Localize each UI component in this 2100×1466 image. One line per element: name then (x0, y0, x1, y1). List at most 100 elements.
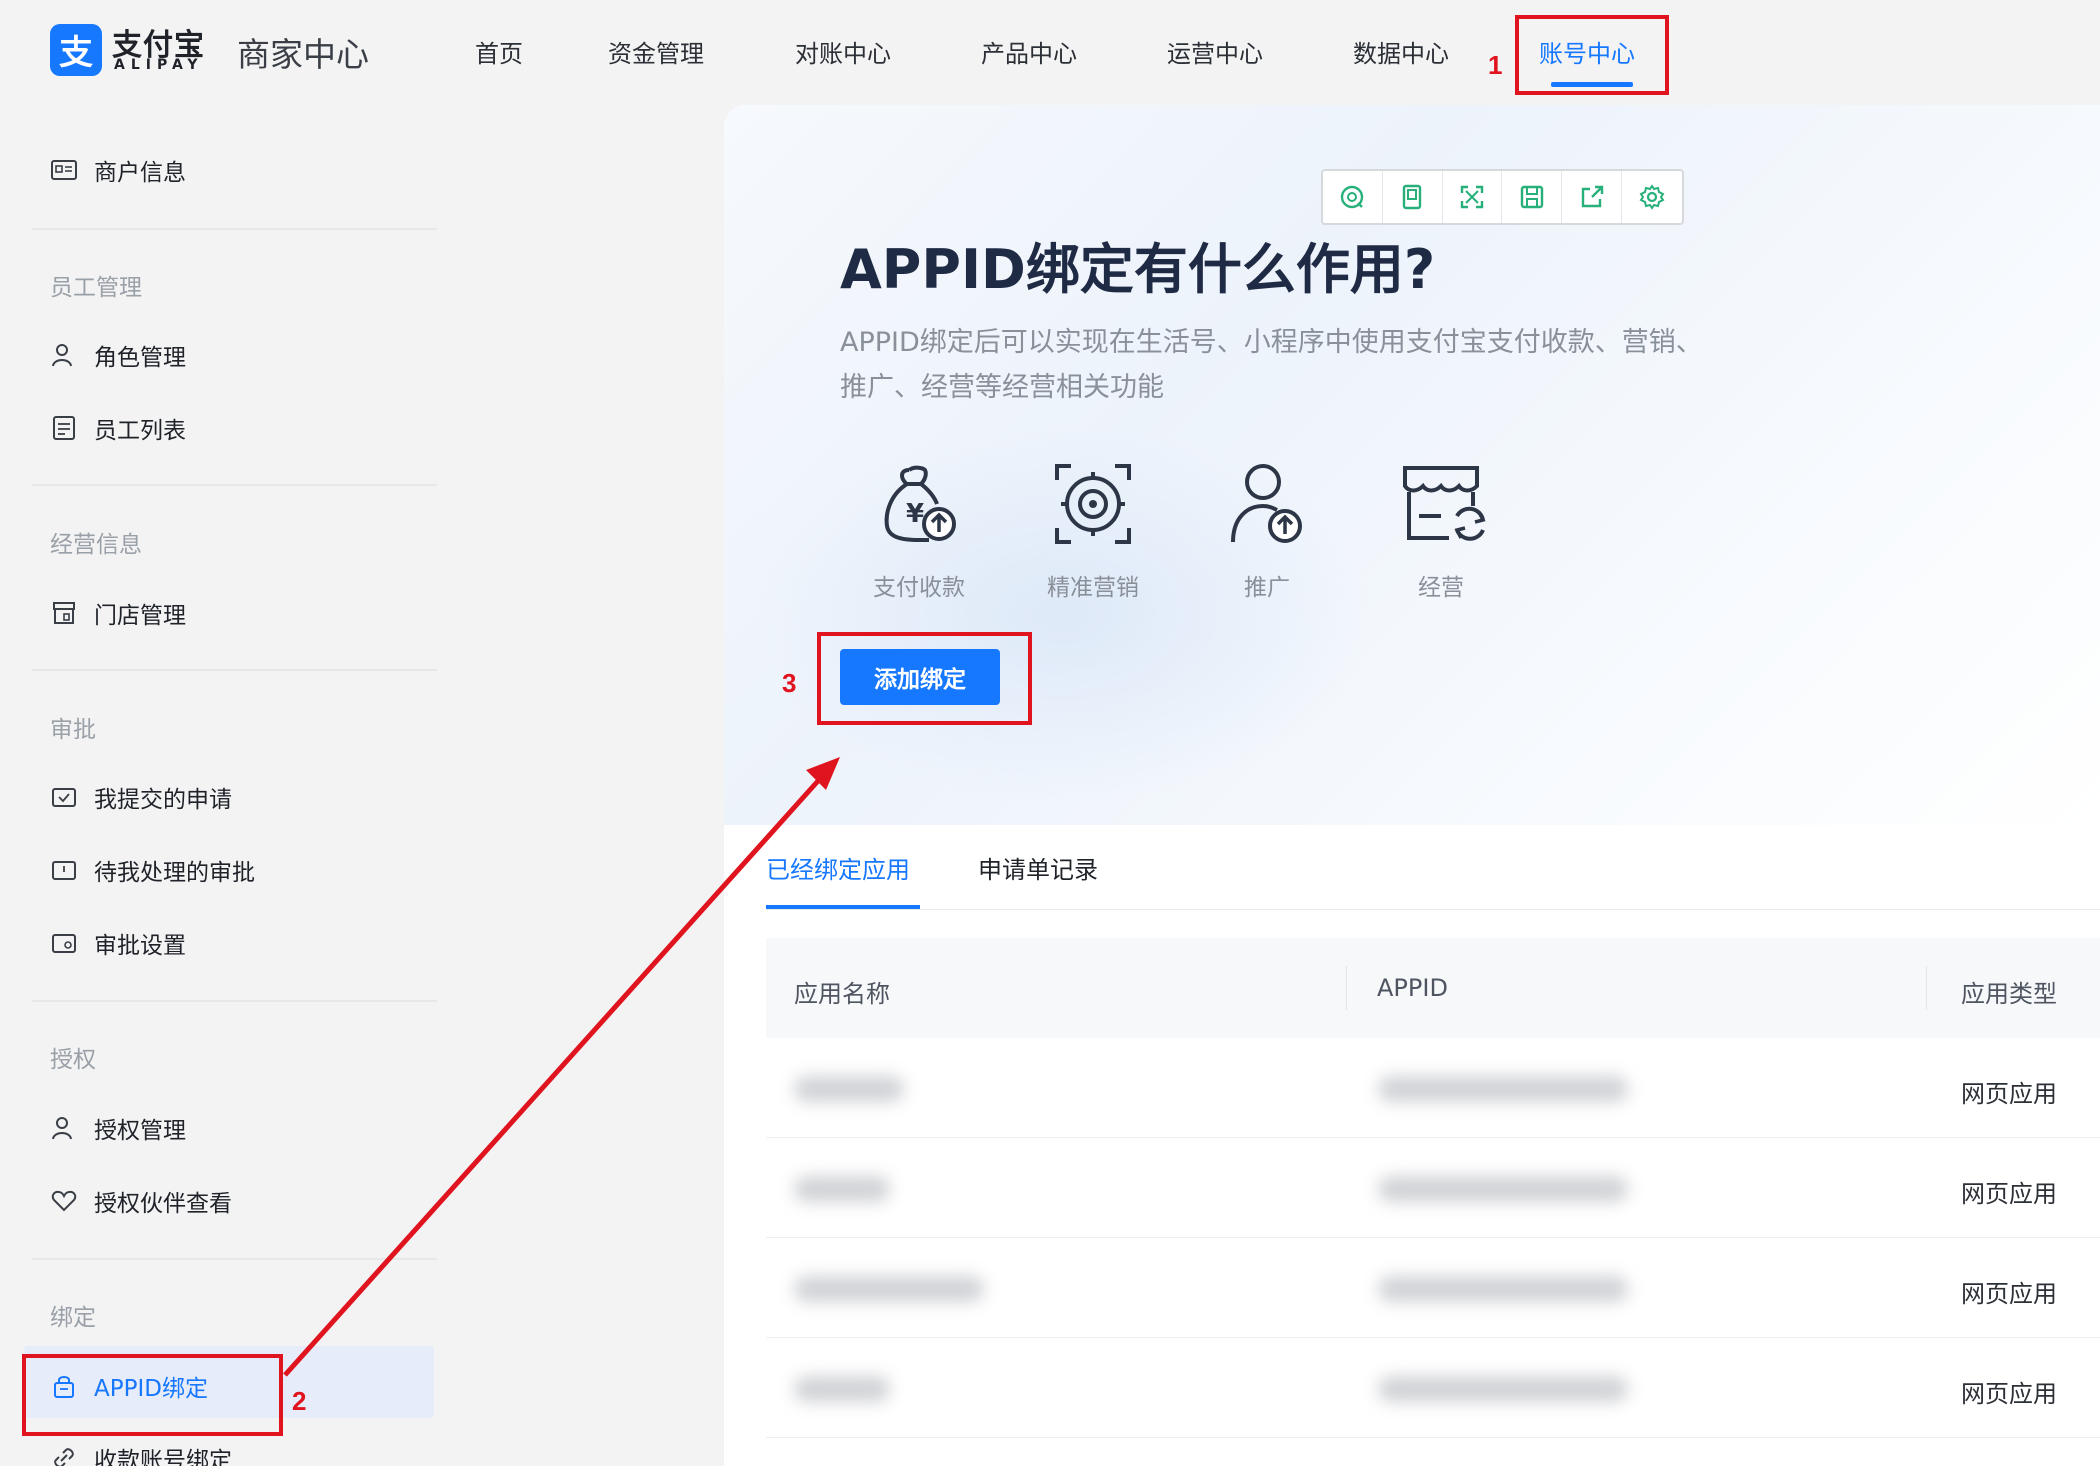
sidebar-item-label: 审批设置 (94, 933, 186, 959)
user-icon (52, 344, 72, 367)
store-icon (1403, 466, 1486, 541)
nav-home[interactable]: 首页 (475, 34, 523, 69)
sidebar-item-label: 我提交的申请 (94, 787, 232, 813)
feature-operations: 经营 (1366, 460, 1516, 602)
feature-label: 推广 (1244, 575, 1290, 601)
money-bag-icon: ¥ (884, 465, 956, 542)
sidebar-item-merchant-info[interactable]: 商户信息 (50, 150, 186, 190)
feature-label: 支付收款 (873, 575, 965, 601)
feature-label: 精准营销 (1047, 575, 1139, 601)
app-type-cell: 网页应用 (1961, 1280, 2057, 1308)
sidebar-item-label: 授权管理 (94, 1118, 186, 1144)
sidebar-item-label: 收款账号绑定 (94, 1448, 232, 1466)
nav-operations[interactable]: 运营中心 (1167, 34, 1263, 69)
sidebar-item-label: 待我处理的审批 (94, 860, 255, 886)
svg-text:支: 支 (59, 33, 93, 73)
sidebar-item-my-applications[interactable]: 我提交的申请 (50, 777, 232, 817)
sidebar-group-binding: 绑定 (50, 1305, 96, 1331)
share-icon[interactable] (1562, 171, 1623, 223)
heart-icon (51, 1190, 77, 1212)
id-card-icon (51, 160, 77, 180)
table-row[interactable]: 网页应用 (766, 1138, 2100, 1238)
nav-funds[interactable]: 资金管理 (608, 34, 704, 69)
redacted-app-name (794, 1176, 890, 1202)
redacted-app-name (794, 1276, 984, 1302)
annotation-number-2: 2 (292, 1386, 307, 1416)
sidebar-item-label: 员工列表 (94, 418, 186, 444)
app-type-cell: 网页应用 (1961, 1080, 2057, 1108)
tab-bound-apps[interactable]: 已经绑定应用 (766, 850, 910, 885)
tab-bar-divider (766, 909, 2100, 910)
list-icon (53, 416, 75, 440)
sidebar-item-roles[interactable]: 角色管理 (50, 335, 186, 375)
nav-data[interactable]: 数据中心 (1353, 34, 1449, 69)
tab-application-records[interactable]: 申请单记录 (978, 850, 1098, 885)
redacted-appid (1378, 1176, 1628, 1202)
fullscreen-icon[interactable] (1443, 171, 1503, 223)
redacted-appid (1378, 1276, 1628, 1302)
divider (32, 228, 437, 230)
sidebar-item-auth-partners[interactable]: 授权伙伴查看 (50, 1181, 232, 1221)
column-separator (1346, 966, 1347, 1010)
sidebar-item-approval-settings[interactable]: 审批设置 (50, 923, 186, 963)
feature-marketing: 精准营销 (1018, 460, 1168, 602)
nav-reconciliation[interactable]: 对账中心 (795, 34, 891, 69)
feature-promotion: 推广 (1192, 460, 1342, 602)
redacted-app-name (794, 1376, 890, 1402)
bookmark-icon[interactable] (1383, 171, 1443, 223)
floating-toolbar (1321, 169, 1684, 225)
user-upload-icon (1231, 464, 1302, 543)
redacted-appid (1378, 1076, 1628, 1102)
nav-products[interactable]: 产品中心 (981, 34, 1077, 69)
sidebar-item-auth-management[interactable]: 授权管理 (50, 1108, 186, 1148)
annotation-number-3: 3 (782, 668, 797, 698)
sidebar-item-label: 授权伙伴查看 (94, 1191, 232, 1217)
annotation-number-1: 1 (1488, 50, 1503, 80)
table-header: 应用名称 APPID 应用类型 (766, 938, 2100, 1038)
calendar-settings-icon (52, 934, 76, 953)
sidebar-item-payee-account-binding[interactable]: 收款账号绑定 (50, 1438, 232, 1466)
save-icon[interactable] (1502, 171, 1563, 223)
calendar-check-icon (52, 788, 76, 807)
sidebar-item-stores[interactable]: 门店管理 (50, 593, 186, 633)
sidebar-group-business: 经营信息 (50, 532, 142, 558)
sidebar-item-label: 角色管理 (94, 345, 186, 371)
column-header-appid: APPID (1377, 974, 1448, 1002)
link-icon (54, 1448, 74, 1466)
page-title: APPID绑定有什么作用? (840, 238, 1436, 301)
column-header-app-type: 应用类型 (1961, 980, 2057, 1008)
feature-payment: ¥ 支付收款 (844, 460, 994, 602)
table-row[interactable]: 网页应用 (766, 1238, 2100, 1338)
feature-label: 经营 (1418, 575, 1464, 601)
table-row[interactable]: 网页应用 (766, 1338, 2100, 1438)
annotation-box-3 (817, 632, 1032, 725)
app-type-cell: 网页应用 (1961, 1180, 2057, 1208)
sidebar-item-pending-approvals[interactable]: 待我处理的审批 (50, 850, 255, 890)
target-icon (1055, 464, 1131, 544)
store-icon (53, 602, 75, 624)
refresh-icon[interactable] (1323, 171, 1383, 223)
sidebar-item-label: 门店管理 (94, 603, 186, 629)
divider (32, 484, 437, 486)
brand-title: 商家中心 (237, 35, 369, 74)
table-row[interactable]: 网页应用 (766, 1038, 2100, 1138)
redacted-appid (1378, 1376, 1628, 1402)
sidebar-item-label: 商户信息 (94, 160, 186, 186)
divider (32, 1258, 437, 1260)
column-separator (1926, 966, 1927, 1010)
divider (32, 1000, 437, 1002)
settings-icon[interactable] (1622, 171, 1682, 223)
tab-active-indicator (766, 905, 920, 909)
calendar-clock-icon (52, 861, 76, 880)
logo-subtext: ALIPAY (114, 57, 204, 73)
sidebar-item-staff-list[interactable]: 员工列表 (50, 408, 186, 448)
user-icon (52, 1117, 72, 1140)
app-type-cell: 网页应用 (1961, 1380, 2057, 1408)
svg-text:¥: ¥ (906, 499, 924, 529)
main-panel: APPID绑定有什么作用? APPID绑定后可以实现在生活号、小程序中使用支付宝… (724, 105, 2100, 1466)
sidebar-group-staff: 员工管理 (50, 275, 142, 301)
sidebar-group-authorization: 授权 (50, 1047, 96, 1073)
page-description: APPID绑定后可以实现在生活号、小程序中使用支付宝支付收款、营销、推广、经营等… (840, 327, 1703, 403)
alipay-logo-icon: 支 (50, 24, 102, 76)
top-navigation: 支 支付宝 ALIPAY 商家中心 首页 资金管理 对账中心 产品中心 运营中心… (0, 0, 2100, 100)
